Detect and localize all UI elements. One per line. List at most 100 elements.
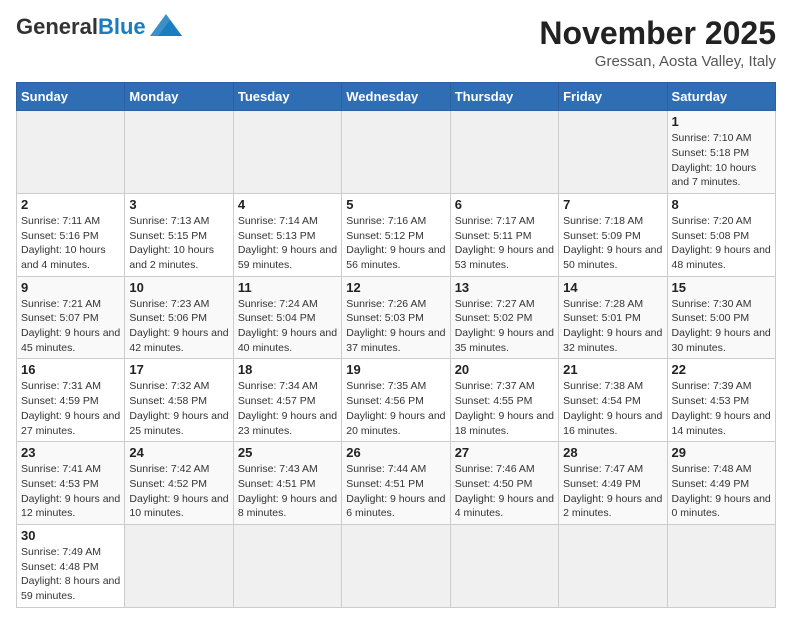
day-number: 11 — [238, 280, 337, 295]
logo-text: GeneralBlue — [16, 16, 146, 38]
calendar-week-row: 16 Sunrise: 7:31 AM Sunset: 4:59 PM Dayli… — [17, 359, 776, 442]
logo-general: General — [16, 14, 98, 39]
day-number: 3 — [129, 197, 228, 212]
calendar-cell: 29 Sunrise: 7:48 AM Sunset: 4:49 PM Dayli… — [667, 442, 775, 525]
day-number: 10 — [129, 280, 228, 295]
day-info: Sunrise: 7:37 AM Sunset: 4:55 PM Dayligh… — [455, 379, 554, 438]
calendar-cell: 16 Sunrise: 7:31 AM Sunset: 4:59 PM Dayli… — [17, 359, 125, 442]
day-number: 20 — [455, 362, 554, 377]
calendar-cell — [17, 111, 125, 194]
day-info: Sunrise: 7:10 AM Sunset: 5:18 PM Dayligh… — [672, 131, 771, 190]
calendar-cell: 9 Sunrise: 7:21 AM Sunset: 5:07 PM Daylig… — [17, 276, 125, 359]
calendar-cell: 24 Sunrise: 7:42 AM Sunset: 4:52 PM Dayli… — [125, 442, 233, 525]
day-number: 21 — [563, 362, 662, 377]
day-info: Sunrise: 7:43 AM Sunset: 4:51 PM Dayligh… — [238, 462, 337, 521]
calendar-cell — [233, 524, 341, 607]
calendar-cell — [667, 524, 775, 607]
day-number: 7 — [563, 197, 662, 212]
calendar-cell: 12 Sunrise: 7:26 AM Sunset: 5:03 PM Dayli… — [342, 276, 450, 359]
calendar-header-row: SundayMondayTuesdayWednesdayThursdayFrid… — [17, 83, 776, 111]
day-number: 6 — [455, 197, 554, 212]
day-number: 27 — [455, 445, 554, 460]
day-number: 23 — [21, 445, 120, 460]
day-info: Sunrise: 7:42 AM Sunset: 4:52 PM Dayligh… — [129, 462, 228, 521]
day-info: Sunrise: 7:49 AM Sunset: 4:48 PM Dayligh… — [21, 545, 120, 604]
calendar-cell: 5Sunrise: 7:16 AM Sunset: 5:12 PM Daylig… — [342, 193, 450, 276]
day-info: Sunrise: 7:35 AM Sunset: 4:56 PM Dayligh… — [346, 379, 445, 438]
calendar-cell: 6Sunrise: 7:17 AM Sunset: 5:11 PM Daylig… — [450, 193, 558, 276]
day-info: Sunrise: 7:39 AM Sunset: 4:53 PM Dayligh… — [672, 379, 771, 438]
day-number: 30 — [21, 528, 120, 543]
day-number: 5 — [346, 197, 445, 212]
calendar-cell — [559, 524, 667, 607]
day-number: 13 — [455, 280, 554, 295]
column-header-wednesday: Wednesday — [342, 83, 450, 111]
calendar-cell: 14 Sunrise: 7:28 AM Sunset: 5:01 PM Dayli… — [559, 276, 667, 359]
calendar-cell: 13Sunrise: 7:27 AM Sunset: 5:02 PM Dayli… — [450, 276, 558, 359]
day-number: 22 — [672, 362, 771, 377]
day-info: Sunrise: 7:11 AM Sunset: 5:16 PM Dayligh… — [21, 214, 120, 273]
calendar-cell: 15Sunrise: 7:30 AM Sunset: 5:00 PM Dayli… — [667, 276, 775, 359]
calendar-cell — [125, 524, 233, 607]
day-info: Sunrise: 7:26 AM Sunset: 5:03 PM Dayligh… — [346, 297, 445, 356]
day-info: Sunrise: 7:20 AM Sunset: 5:08 PM Dayligh… — [672, 214, 771, 273]
column-header-monday: Monday — [125, 83, 233, 111]
calendar-cell: 4 Sunrise: 7:14 AM Sunset: 5:13 PM Daylig… — [233, 193, 341, 276]
day-info: Sunrise: 7:44 AM Sunset: 4:51 PM Dayligh… — [346, 462, 445, 521]
calendar-cell: 17Sunrise: 7:32 AM Sunset: 4:58 PM Dayli… — [125, 359, 233, 442]
day-info: Sunrise: 7:47 AM Sunset: 4:49 PM Dayligh… — [563, 462, 662, 521]
calendar-cell: 18 Sunrise: 7:34 AM Sunset: 4:57 PM Dayli… — [233, 359, 341, 442]
calendar-cell — [342, 524, 450, 607]
day-number: 2 — [21, 197, 120, 212]
calendar-cell: 22 Sunrise: 7:39 AM Sunset: 4:53 PM Dayli… — [667, 359, 775, 442]
calendar-cell — [233, 111, 341, 194]
day-info: Sunrise: 7:30 AM Sunset: 5:00 PM Dayligh… — [672, 297, 771, 356]
logo: GeneralBlue — [16, 16, 182, 38]
logo-icon — [150, 14, 182, 36]
calendar-cell: 8Sunrise: 7:20 AM Sunset: 5:08 PM Daylig… — [667, 193, 775, 276]
day-number: 26 — [346, 445, 445, 460]
day-number: 12 — [346, 280, 445, 295]
calendar-week-row: 2 Sunrise: 7:11 AM Sunset: 5:16 PM Daylig… — [17, 193, 776, 276]
calendar-cell — [559, 111, 667, 194]
day-number: 29 — [672, 445, 771, 460]
column-header-thursday: Thursday — [450, 83, 558, 111]
location: Gressan, Aosta Valley, Italy — [539, 53, 776, 70]
day-number: 28 — [563, 445, 662, 460]
day-info: Sunrise: 7:34 AM Sunset: 4:57 PM Dayligh… — [238, 379, 337, 438]
calendar-cell: 23Sunrise: 7:41 AM Sunset: 4:53 PM Dayli… — [17, 442, 125, 525]
day-info: Sunrise: 7:24 AM Sunset: 5:04 PM Dayligh… — [238, 297, 337, 356]
day-number: 16 — [21, 362, 120, 377]
calendar-week-row: 1Sunrise: 7:10 AM Sunset: 5:18 PM Daylig… — [17, 111, 776, 194]
day-info: Sunrise: 7:14 AM Sunset: 5:13 PM Dayligh… — [238, 214, 337, 273]
day-number: 17 — [129, 362, 228, 377]
calendar-week-row: 23Sunrise: 7:41 AM Sunset: 4:53 PM Dayli… — [17, 442, 776, 525]
calendar-cell: 25Sunrise: 7:43 AM Sunset: 4:51 PM Dayli… — [233, 442, 341, 525]
column-header-sunday: Sunday — [17, 83, 125, 111]
day-info: Sunrise: 7:28 AM Sunset: 5:01 PM Dayligh… — [563, 297, 662, 356]
calendar-week-row: 30 Sunrise: 7:49 AM Sunset: 4:48 PM Dayli… — [17, 524, 776, 607]
calendar-cell — [125, 111, 233, 194]
day-info: Sunrise: 7:31 AM Sunset: 4:59 PM Dayligh… — [21, 379, 120, 438]
calendar-table: SundayMondayTuesdayWednesdayThursdayFrid… — [16, 82, 776, 608]
column-header-tuesday: Tuesday — [233, 83, 341, 111]
day-number: 18 — [238, 362, 337, 377]
day-info: Sunrise: 7:21 AM Sunset: 5:07 PM Dayligh… — [21, 297, 120, 356]
calendar-cell: 10Sunrise: 7:23 AM Sunset: 5:06 PM Dayli… — [125, 276, 233, 359]
calendar-cell: 3 Sunrise: 7:13 AM Sunset: 5:15 PM Daylig… — [125, 193, 233, 276]
day-info: Sunrise: 7:48 AM Sunset: 4:49 PM Dayligh… — [672, 462, 771, 521]
day-number: 9 — [21, 280, 120, 295]
logo-blue: Blue — [98, 14, 146, 39]
calendar-cell — [342, 111, 450, 194]
day-number: 24 — [129, 445, 228, 460]
day-info: Sunrise: 7:38 AM Sunset: 4:54 PM Dayligh… — [563, 379, 662, 438]
day-info: Sunrise: 7:13 AM Sunset: 5:15 PM Dayligh… — [129, 214, 228, 273]
calendar-cell: 28 Sunrise: 7:47 AM Sunset: 4:49 PM Dayli… — [559, 442, 667, 525]
calendar-cell: 21 Sunrise: 7:38 AM Sunset: 4:54 PM Dayli… — [559, 359, 667, 442]
day-info: Sunrise: 7:18 AM Sunset: 5:09 PM Dayligh… — [563, 214, 662, 273]
day-number: 4 — [238, 197, 337, 212]
calendar-cell — [450, 524, 558, 607]
calendar-cell: 20 Sunrise: 7:37 AM Sunset: 4:55 PM Dayli… — [450, 359, 558, 442]
calendar-cell: 30 Sunrise: 7:49 AM Sunset: 4:48 PM Dayli… — [17, 524, 125, 607]
day-number: 14 — [563, 280, 662, 295]
